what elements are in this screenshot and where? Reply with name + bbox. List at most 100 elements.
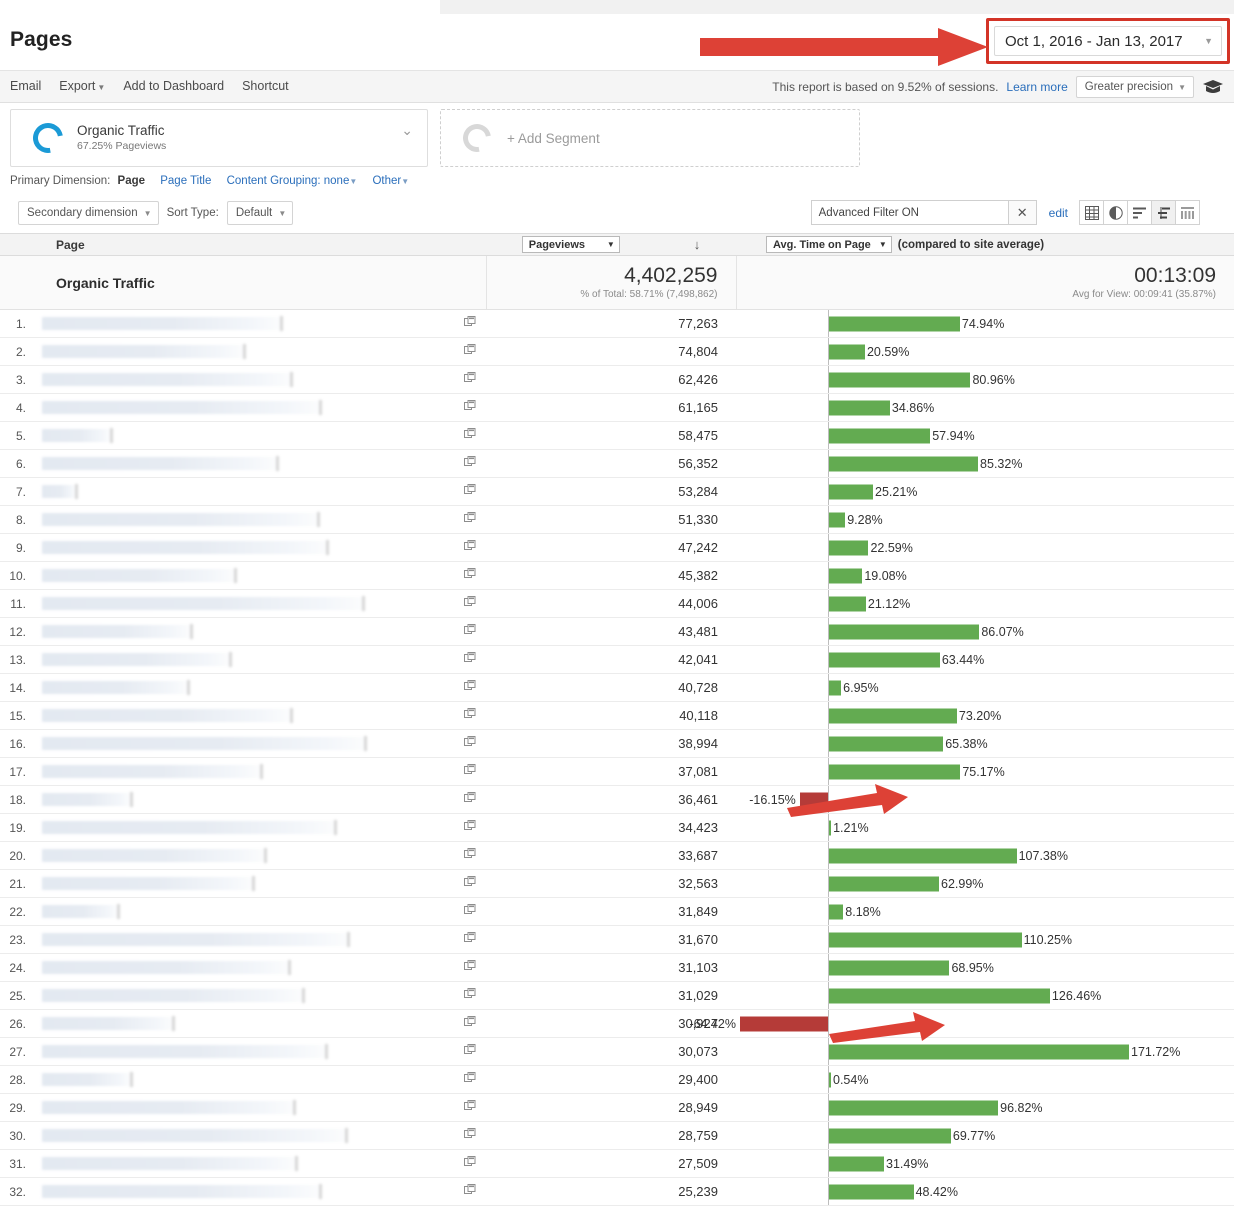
page-path-cell[interactable] xyxy=(34,730,454,758)
table-row[interactable]: 19.34,4231.21% xyxy=(0,814,1234,842)
table-row[interactable]: 10.45,38219.08% xyxy=(0,562,1234,590)
table-row[interactable]: 20.33,687107.38% xyxy=(0,842,1234,870)
page-path-cell[interactable] xyxy=(34,786,454,814)
page-path-cell[interactable] xyxy=(34,618,454,646)
table-row[interactable]: 13.42,04163.44% xyxy=(0,646,1234,674)
pie-view-icon[interactable] xyxy=(1103,200,1128,225)
learn-more-link[interactable]: Learn more xyxy=(1006,80,1067,94)
open-page-detail-button[interactable] xyxy=(454,702,486,730)
primary-dimension-current[interactable]: Page xyxy=(118,175,146,187)
shortcut-button[interactable]: Shortcut xyxy=(242,79,289,93)
table-row[interactable]: 16.38,99465.38% xyxy=(0,730,1234,758)
table-row[interactable]: 30.28,75969.77% xyxy=(0,1122,1234,1150)
pageviews-metric-select[interactable]: Pageviews ▼ xyxy=(522,236,620,253)
table-row[interactable]: 11.44,00621.12% xyxy=(0,590,1234,618)
table-row[interactable]: 18.36,461-16.15% xyxy=(0,786,1234,814)
table-row[interactable]: 2.74,80420.59% xyxy=(0,338,1234,366)
open-page-detail-button[interactable] xyxy=(454,450,486,478)
table-row[interactable]: 29.28,94996.82% xyxy=(0,1094,1234,1122)
open-page-detail-button[interactable] xyxy=(454,758,486,786)
page-path-cell[interactable] xyxy=(34,1150,454,1178)
page-path-cell[interactable] xyxy=(34,1094,454,1122)
open-page-detail-button[interactable] xyxy=(454,394,486,422)
open-page-detail-button[interactable] xyxy=(454,338,486,366)
open-page-detail-button[interactable] xyxy=(454,870,486,898)
table-row[interactable]: 31.27,50931.49% xyxy=(0,1150,1234,1178)
primary-dimension-page-title[interactable]: Page Title xyxy=(160,175,211,187)
open-page-detail-button[interactable] xyxy=(454,1178,486,1206)
table-row[interactable]: 26.30,924-64.72% xyxy=(0,1010,1234,1038)
table-row[interactable]: 27.30,073171.72% xyxy=(0,1038,1234,1066)
table-row[interactable]: 5.58,47557.94% xyxy=(0,422,1234,450)
open-page-detail-button[interactable] xyxy=(454,478,486,506)
email-button[interactable]: Email xyxy=(10,79,41,93)
search-input[interactable]: Advanced Filter ON xyxy=(811,200,1009,225)
table-row[interactable]: 1.77,26374.94% xyxy=(0,310,1234,338)
table-row[interactable]: 17.37,08175.17% xyxy=(0,758,1234,786)
page-path-cell[interactable] xyxy=(34,394,454,422)
table-row[interactable]: 9.47,24222.59% xyxy=(0,534,1234,562)
open-page-detail-button[interactable] xyxy=(454,1122,486,1150)
page-path-cell[interactable] xyxy=(34,982,454,1010)
open-page-detail-button[interactable] xyxy=(454,1150,486,1178)
clear-filter-button[interactable]: ✕ xyxy=(1009,200,1037,225)
open-page-detail-button[interactable] xyxy=(454,562,486,590)
table-row[interactable]: 22.31,8498.18% xyxy=(0,898,1234,926)
open-page-detail-button[interactable] xyxy=(454,982,486,1010)
open-page-detail-button[interactable] xyxy=(454,618,486,646)
open-page-detail-button[interactable] xyxy=(454,534,486,562)
page-path-cell[interactable] xyxy=(34,1010,454,1038)
sort-type-select[interactable]: Default ▼ xyxy=(227,201,293,225)
page-path-cell[interactable] xyxy=(34,842,454,870)
add-segment-button[interactable]: + Add Segment xyxy=(440,109,860,167)
table-row[interactable]: 15.40,11873.20% xyxy=(0,702,1234,730)
open-page-detail-button[interactable] xyxy=(454,898,486,926)
primary-dimension-content-grouping[interactable]: Content Grouping: none▼ xyxy=(227,175,358,187)
open-page-detail-button[interactable] xyxy=(454,842,486,870)
table-row[interactable]: 24.31,10368.95% xyxy=(0,954,1234,982)
pivot-view-icon[interactable] xyxy=(1175,200,1200,225)
table-row[interactable]: 14.40,7286.95% xyxy=(0,674,1234,702)
date-range-picker[interactable]: Oct 1, 2016 - Jan 13, 2017 ▼ xyxy=(994,26,1222,56)
page-path-cell[interactable] xyxy=(34,366,454,394)
table-row[interactable]: 3.62,42680.96% xyxy=(0,366,1234,394)
table-row[interactable]: 12.43,48186.07% xyxy=(0,618,1234,646)
page-path-cell[interactable] xyxy=(34,450,454,478)
table-row[interactable]: 4.61,16534.86% xyxy=(0,394,1234,422)
performance-view-icon[interactable] xyxy=(1127,200,1152,225)
open-page-detail-button[interactable] xyxy=(454,674,486,702)
open-page-detail-button[interactable] xyxy=(454,1066,486,1094)
open-page-detail-button[interactable] xyxy=(454,366,486,394)
page-path-cell[interactable] xyxy=(34,646,454,674)
sort-descending-icon[interactable]: ↓ xyxy=(694,237,701,252)
page-path-cell[interactable] xyxy=(34,1066,454,1094)
table-row[interactable]: 8.51,3309.28% xyxy=(0,506,1234,534)
open-page-detail-button[interactable] xyxy=(454,814,486,842)
table-row[interactable]: 28.29,4000.54% xyxy=(0,1066,1234,1094)
open-page-detail-button[interactable] xyxy=(454,1038,486,1066)
open-page-detail-button[interactable] xyxy=(454,506,486,534)
table-row[interactable]: 32.25,23948.42% xyxy=(0,1178,1234,1206)
table-row[interactable]: 6.56,35285.32% xyxy=(0,450,1234,478)
page-path-cell[interactable] xyxy=(34,926,454,954)
page-path-cell[interactable] xyxy=(34,758,454,786)
table-view-icon[interactable] xyxy=(1079,200,1104,225)
open-page-detail-button[interactable] xyxy=(454,926,486,954)
table-row[interactable]: 25.31,029126.46% xyxy=(0,982,1234,1010)
page-path-cell[interactable] xyxy=(34,1178,454,1206)
page-path-cell[interactable] xyxy=(34,562,454,590)
open-page-detail-button[interactable] xyxy=(454,590,486,618)
add-to-dashboard-button[interactable]: Add to Dashboard xyxy=(123,79,224,93)
export-button[interactable]: Export▼ xyxy=(59,79,105,93)
chevron-down-icon[interactable]: ⌄ xyxy=(401,122,413,139)
open-page-detail-button[interactable] xyxy=(454,310,486,338)
primary-dimension-other[interactable]: Other▼ xyxy=(372,175,409,187)
page-path-cell[interactable] xyxy=(34,478,454,506)
page-path-cell[interactable] xyxy=(34,674,454,702)
page-path-cell[interactable] xyxy=(34,1122,454,1150)
page-path-cell[interactable] xyxy=(34,338,454,366)
secondary-dimension-select[interactable]: Secondary dimension ▼ xyxy=(18,201,159,225)
page-path-cell[interactable] xyxy=(34,1038,454,1066)
page-path-cell[interactable] xyxy=(34,506,454,534)
table-row[interactable]: 7.53,28425.21% xyxy=(0,478,1234,506)
